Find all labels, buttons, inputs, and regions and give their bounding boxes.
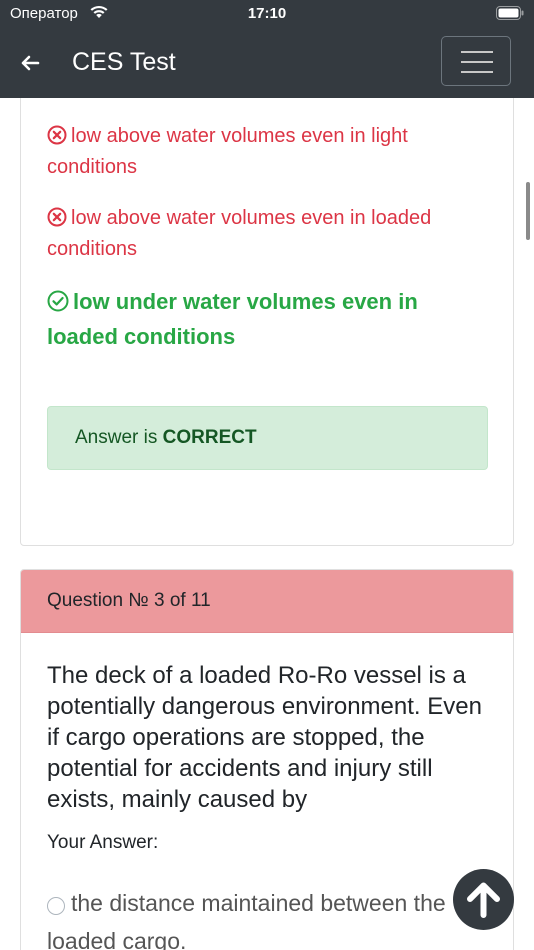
current-question-card: Question № 3 of 11 The deck of a loaded … <box>20 569 514 950</box>
arrow-up-icon <box>467 882 500 918</box>
option-text: low under water volumes even in loaded c… <box>47 289 418 349</box>
scrollbar[interactable] <box>526 182 530 240</box>
x-circle-icon <box>47 125 67 145</box>
question-header: Question № 3 of 11 <box>21 570 513 633</box>
result-value: CORRECT <box>162 427 257 448</box>
your-answer-label: Your Answer: <box>47 832 159 853</box>
question-text: The deck of a loaded Ro-Ro vessel is a p… <box>47 662 482 813</box>
check-circle-icon <box>47 290 69 312</box>
answer-choice[interactable]: the distance maintained between the load… <box>47 884 487 950</box>
option-text: low above water volumes even in loaded c… <box>47 207 432 260</box>
clock: 17:10 <box>247 5 287 22</box>
radio-button[interactable] <box>47 897 65 915</box>
top-navbar: CES Test <box>0 27 534 98</box>
hamburger-icon <box>461 51 493 53</box>
answer-option-correct: low under water volumes even in loaded c… <box>47 284 487 354</box>
status-bar: Оператор 17:10 <box>0 0 534 27</box>
answer-option-wrong: low above water volumes even in light co… <box>47 121 487 183</box>
x-circle-icon <box>47 207 67 227</box>
scroll-to-top-button[interactable] <box>453 869 514 930</box>
scroll-content[interactable]: conditions low above water volumes even … <box>0 98 534 950</box>
previous-question-card: conditions low above water volumes even … <box>20 98 514 546</box>
battery-icon <box>496 6 524 20</box>
app-title: CES Test <box>72 48 176 76</box>
option-continuation: conditions <box>47 98 487 100</box>
menu-toggle-button[interactable] <box>441 36 511 86</box>
result-prefix: Answer is <box>75 427 163 448</box>
result-alert: Answer is CORRECT <box>47 406 488 470</box>
option-text: low above water volumes even in light co… <box>47 125 408 178</box>
answer-option-wrong: low above water volumes even in loaded c… <box>47 203 487 265</box>
arrow-left-icon[interactable] <box>18 51 42 75</box>
choice-text: the distance maintained between the load… <box>47 890 446 950</box>
